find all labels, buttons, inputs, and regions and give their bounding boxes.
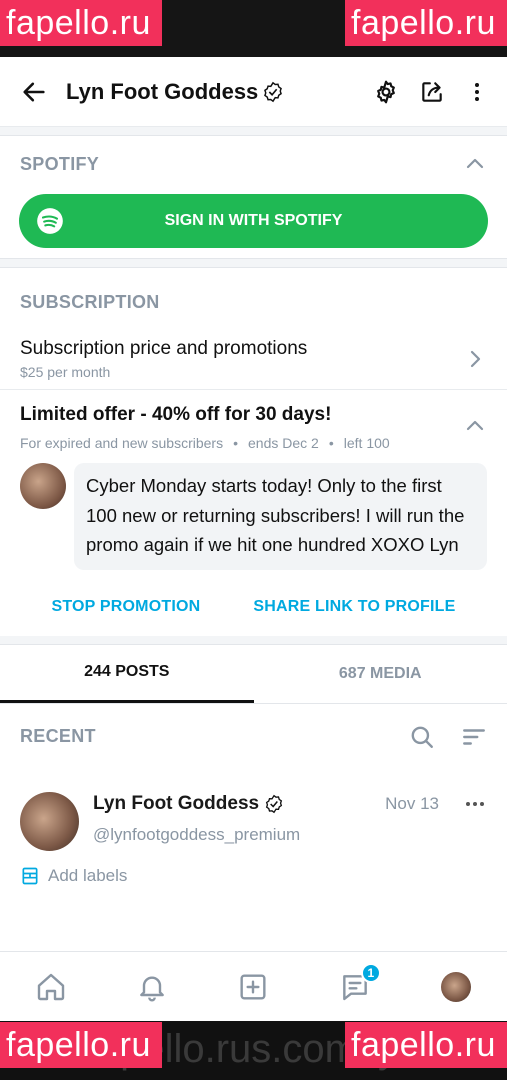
offer-remaining: left 100	[343, 435, 390, 451]
offer-message: Cyber Monday starts today! Only to the f…	[20, 463, 487, 570]
sort-filter-icon[interactable]	[461, 724, 487, 750]
spotify-button-label: SIGN IN WITH SPOTIFY	[164, 212, 343, 229]
plus-square-icon	[240, 973, 267, 1000]
recent-header: RECENT	[0, 704, 507, 770]
profile-tabs: 244 POSTS 687 MEDIA	[0, 645, 507, 704]
post-avatar[interactable]	[20, 791, 79, 851]
nav-home[interactable]	[31, 967, 71, 1007]
section-divider	[0, 259, 507, 268]
avatar	[441, 971, 472, 1002]
spotify-icon	[37, 208, 63, 234]
tab-posts[interactable]: 244 POSTS	[0, 645, 254, 703]
limited-offer: Limited offer - 40% off for 30 days! For…	[0, 390, 507, 636]
home-icon	[37, 973, 64, 1000]
avatar	[20, 463, 66, 509]
watermark: fapello.ru	[345, 0, 507, 46]
settings-gear-icon[interactable]	[373, 79, 399, 105]
add-labels-button[interactable]: Add labels	[20, 866, 487, 886]
label-icon	[22, 867, 38, 884]
post-card: Lyn Foot Goddess Nov 13 @lynfootgoddess_…	[0, 770, 507, 886]
app-screen: Lyn Foot Goddess SPOTIFY SIGN IN WITH SP…	[0, 57, 507, 1021]
recent-title: RECENT	[20, 726, 96, 746]
top-bar: Lyn Foot Goddess	[0, 57, 507, 127]
subscription-row-title: Subscription price and promotions	[20, 337, 308, 359]
nav-add-post[interactable]	[233, 967, 273, 1007]
search-icon[interactable]	[409, 724, 435, 750]
chevron-right-icon	[470, 350, 481, 367]
verified-icon	[264, 81, 283, 102]
section-divider	[0, 127, 507, 136]
add-labels-label: Add labels	[48, 865, 128, 885]
subscription-price-row[interactable]: Subscription price and promotions $25 pe…	[0, 328, 507, 390]
watermark: fapello.ru	[0, 0, 162, 46]
share-link-button[interactable]: SHARE LINK TO PROFILE	[253, 598, 455, 616]
sign-in-spotify-button[interactable]: SIGN IN WITH SPOTIFY	[19, 194, 488, 248]
nav-profile[interactable]	[436, 967, 476, 1007]
messages-badge: 1	[360, 962, 381, 983]
bell-icon	[140, 976, 164, 1001]
spotify-section-title: SPOTIFY	[20, 153, 100, 174]
offer-title: Limited offer - 40% off for 30 days!	[20, 404, 332, 425]
subscription-section: SUBSCRIPTION Subscription price and prom…	[0, 268, 507, 636]
watermark: fapello.ru	[0, 1022, 162, 1068]
back-arrow-icon[interactable]	[20, 78, 48, 106]
subscription-price: $25 per month	[20, 363, 111, 380]
subscription-section-title: SUBSCRIPTION	[20, 291, 160, 312]
more-horizontal-icon[interactable]	[463, 792, 487, 816]
nav-notifications[interactable]	[132, 967, 172, 1007]
watermark: fapello.ru	[345, 1022, 507, 1068]
chevron-up-icon[interactable]	[463, 414, 487, 438]
promo-actions: STOP PROMOTION SHARE LINK TO PROFILE	[20, 570, 487, 636]
more-vertical-icon[interactable]	[465, 79, 489, 105]
profile-name: Lyn Foot Goddess	[66, 78, 259, 104]
meta-dot: •	[233, 435, 239, 451]
post-author[interactable]: Lyn Foot Goddess	[93, 793, 284, 815]
offer-meta: For expired and new subscribers • ends D…	[20, 435, 390, 451]
chevron-up-icon[interactable]	[463, 152, 487, 176]
stop-promotion-button[interactable]: STOP PROMOTION	[51, 598, 200, 616]
post-author-name: Lyn Foot Goddess	[93, 792, 260, 814]
bottom-nav: 1	[0, 951, 507, 1021]
offer-end-date: ends Dec 2	[248, 435, 319, 451]
post-date: Nov 13	[385, 793, 439, 813]
tab-media[interactable]: 687 MEDIA	[254, 645, 507, 703]
section-divider	[0, 635, 507, 645]
post-handle[interactable]: @lynfootgoddess_premium	[93, 825, 487, 845]
spotify-section: SPOTIFY SIGN IN WITH SPOTIFY	[0, 136, 507, 259]
share-icon[interactable]	[419, 79, 445, 105]
offer-message-bubble: Cyber Monday starts today! Only to the f…	[74, 463, 487, 570]
verified-icon	[265, 794, 283, 813]
meta-dot: •	[328, 435, 334, 451]
page-title: Lyn Foot Goddess	[66, 79, 373, 105]
nav-messages[interactable]: 1	[335, 962, 381, 1007]
offer-audience: For expired and new subscribers	[20, 435, 224, 451]
